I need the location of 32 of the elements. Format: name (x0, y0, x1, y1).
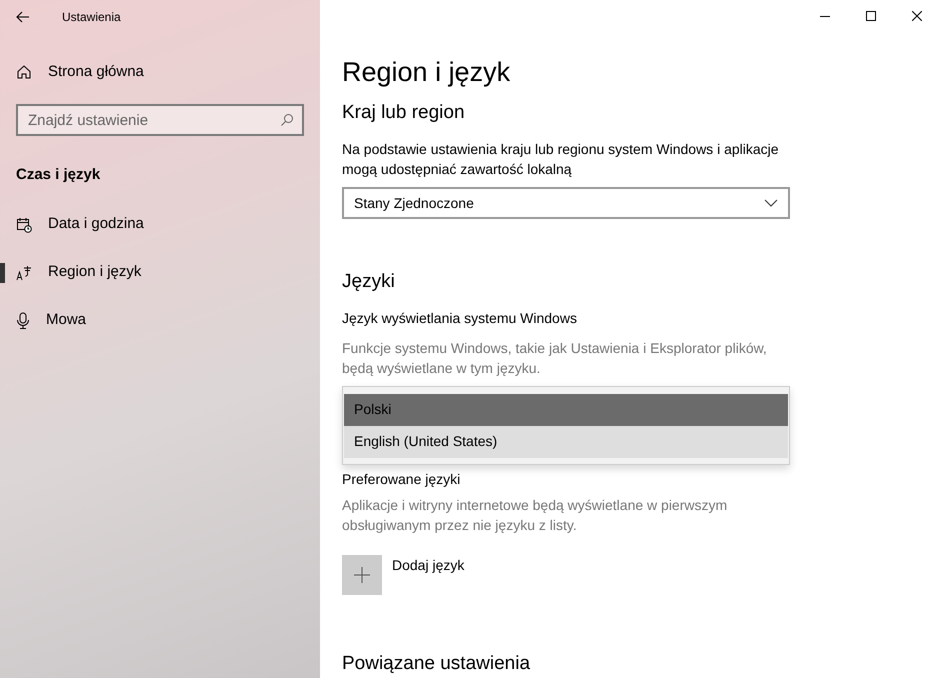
calendar-clock-icon (16, 216, 32, 232)
description-text: Na podstawie ustawienia kraju lub regionu system Windows i aplikacje mogą udostępniać zawartość lokalną (342, 140, 780, 180)
language-icon (16, 264, 32, 280)
field-label: Preferowane języki (342, 470, 462, 489)
dropdown-option[interactable]: Polski (344, 394, 788, 426)
home-nav-item[interactable]: Strona główna (0, 48, 320, 96)
description-text: Funkcje systemu Windows, takie jak Ustawienia i Eksplorator plików, będą wyświetlane w tym języku. (342, 338, 768, 378)
section-heading: Języki (342, 271, 396, 294)
search-icon (280, 113, 294, 127)
dropdown-option[interactable]: English (United States) (344, 426, 788, 458)
plus-icon (354, 566, 370, 583)
add-language-button[interactable] (342, 554, 382, 595)
maximize-icon (866, 11, 876, 21)
nav-item[interactable]: Mowa (0, 296, 320, 344)
add-language-label[interactable]: Dodaj język (392, 554, 464, 576)
microphone-icon (16, 312, 30, 329)
section-heading: Czas i język (15, 165, 102, 185)
description-text: Aplikacje i witryny internetowe będą wyświetlane w pierwszym obsługiwanym przez nie języku z listy. (342, 496, 728, 535)
search-field[interactable]: Znajdź ustawienie (16, 104, 304, 136)
close-icon (912, 11, 922, 21)
page-title: Region i język (342, 56, 512, 88)
field-label: Język wyświetlania systemu Windows (342, 308, 578, 328)
back-arrow-icon (16, 11, 30, 23)
chevron-down-icon (764, 199, 778, 208)
dropdown-value: Stany Zjednoczone (354, 194, 474, 213)
window-title: Ustawienia (62, 9, 121, 26)
country-dropdown[interactable]: Stany Zjednoczone (342, 187, 790, 220)
section-heading: Kraj lub region (342, 102, 466, 126)
nav-item[interactable]: Data i godzina (0, 200, 320, 248)
home-icon (16, 64, 32, 80)
section-heading: Powiązane ustawienia (342, 652, 532, 676)
nav-item[interactable]: Region i język (0, 248, 320, 296)
